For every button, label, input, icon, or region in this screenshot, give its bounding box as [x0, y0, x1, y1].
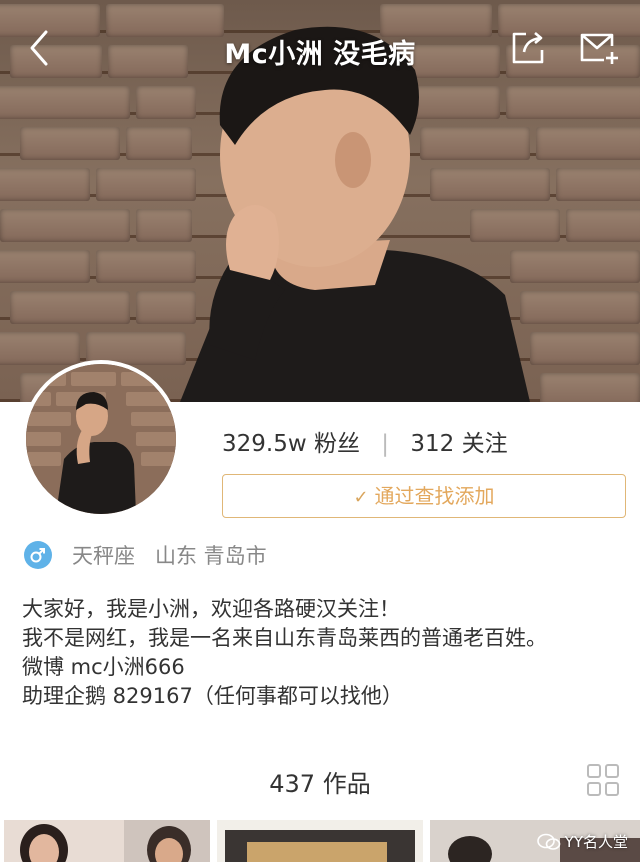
bio-line: 我不是网红，我是一名来自山东青岛莱西的普通老百姓。 — [22, 626, 547, 650]
profile-stats: 329.5w 粉丝 | 312 关注 — [222, 424, 508, 458]
following-count[interactable]: 312 — [410, 431, 454, 457]
avatar-photo — [26, 364, 176, 514]
male-icon — [24, 541, 52, 569]
following-label[interactable]: 关注 — [462, 431, 508, 457]
works-count[interactable]: 437 作品 — [0, 764, 640, 799]
works-count-number: 437 — [269, 770, 316, 798]
share-icon[interactable] — [508, 28, 548, 68]
bio-line: 助理企鹅 829167（任何事都可以找他） — [22, 684, 403, 708]
grid-view-icon[interactable] — [586, 763, 620, 797]
location-text: 山东 青岛市 — [155, 544, 267, 568]
add-button-label: 通过查找添加 — [374, 484, 495, 508]
bio-line: 大家好，我是小洲，欢迎各路硬汉关注！ — [22, 597, 400, 621]
check-icon: ✓ — [353, 487, 369, 508]
zodiac-text: 天秤座 — [72, 544, 135, 568]
work-thumbnail[interactable] — [4, 820, 210, 862]
bio-line: 微博 mc小洲666 — [22, 655, 185, 679]
watermark-text: YY名人堂 — [564, 833, 628, 851]
wechat-icon — [536, 833, 560, 850]
profile-bio: 大家好，我是小洲，欢迎各路硬汉关注！ 我不是网红，我是一名来自山东青岛莱西的普通… — [22, 595, 622, 711]
followers-count[interactable]: 329.5w — [222, 431, 307, 457]
profile-info-row: 天秤座 山东 青岛市 — [24, 539, 267, 571]
stats-divider: | — [381, 431, 390, 457]
avatar[interactable] — [22, 360, 180, 518]
work-thumbnail[interactable] — [217, 820, 423, 862]
message-add-icon[interactable] — [578, 30, 620, 66]
add-via-search-button[interactable]: ✓ 通过查找添加 — [222, 474, 626, 518]
works-count-label: 作品 — [322, 770, 371, 798]
watermark: YY名人堂 — [536, 831, 628, 852]
followers-label[interactable]: 粉丝 — [314, 431, 360, 457]
top-bar: Mc小洲 没毛病 — [0, 0, 640, 96]
works-thumbnail-strip: YY名人堂 — [0, 820, 640, 862]
